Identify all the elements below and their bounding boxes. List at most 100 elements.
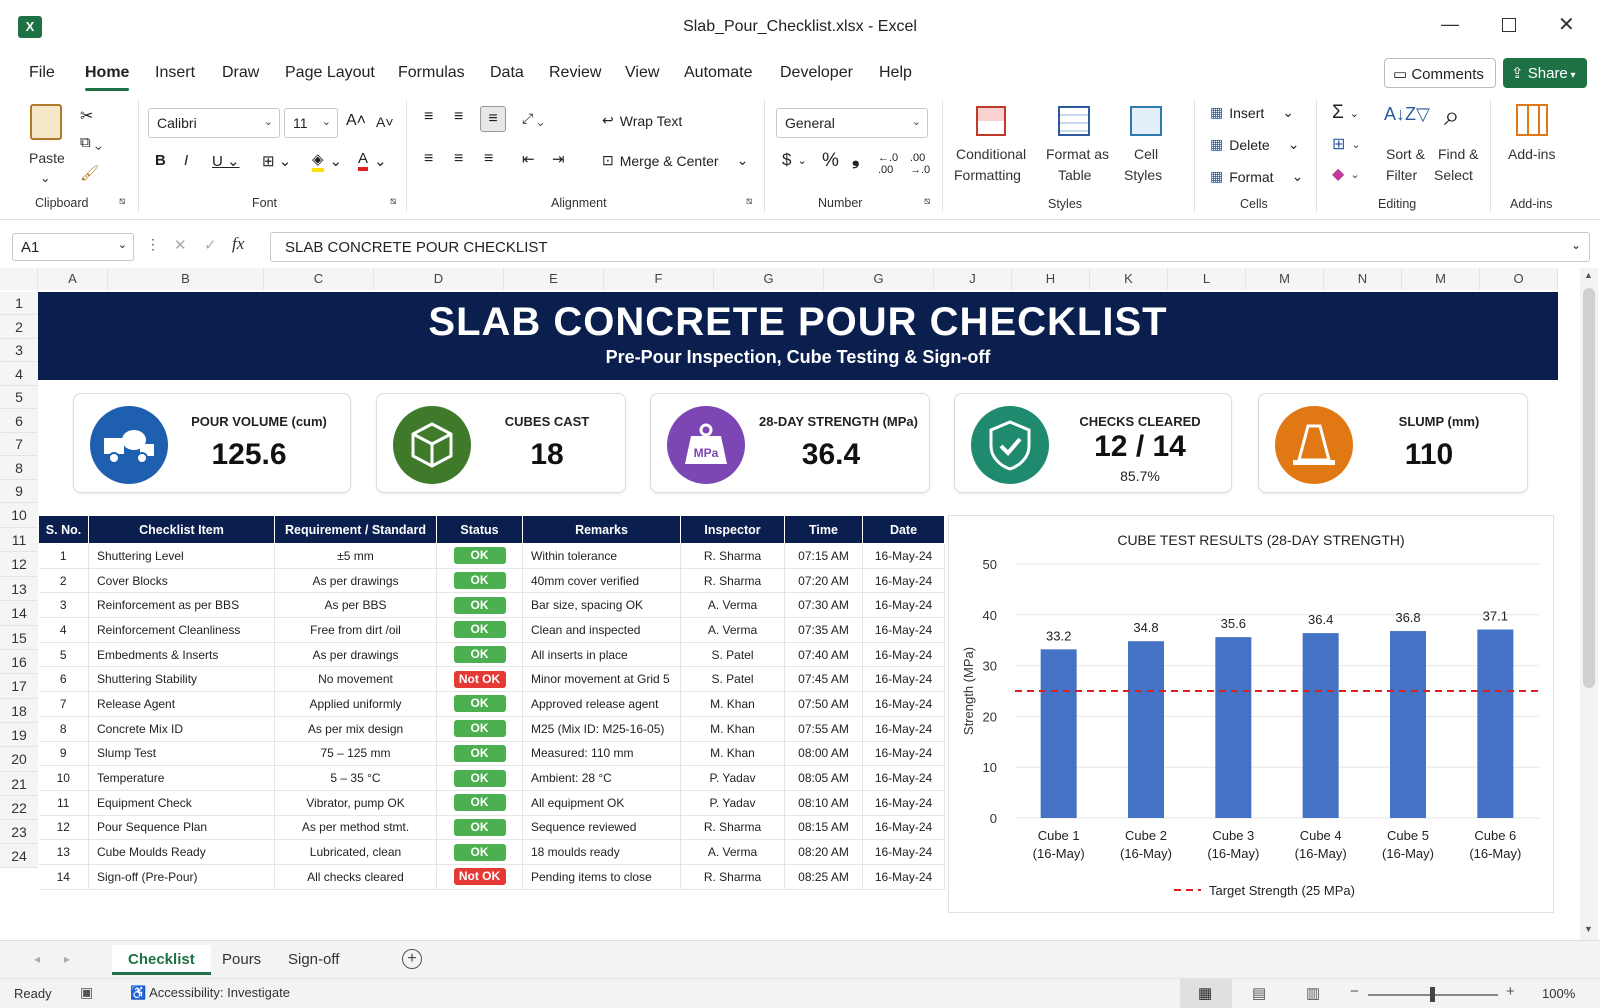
table-cell[interactable]: M. Khan [680,741,785,767]
table-row[interactable]: 1 Shuttering Level ±5 mm OK Within tolerance… [38,543,945,569]
row-header[interactable]: 7 [0,433,38,456]
row-header[interactable]: 3 [0,339,38,362]
table-cell[interactable]: Clean and inspected [522,617,681,643]
table-cell[interactable]: No movement [274,666,437,693]
select-all[interactable] [0,268,38,290]
format-as-table-label[interactable]: Format as [1046,146,1109,162]
table-cell[interactable]: Pour Sequence Plan [88,815,275,841]
table-cell[interactable]: M. Khan [680,716,785,742]
table-cell[interactable]: 08:25 AM [784,864,863,890]
table-cell[interactable]: 7 [38,691,89,717]
find-select-icon[interactable]: ⌕ [1444,100,1460,133]
table-cell[interactable]: M. Khan [680,691,785,717]
tab-review[interactable]: Review [549,64,601,82]
cell-styles-label[interactable]: Cell [1134,146,1158,162]
normal-view-button[interactable]: ▦ [1180,979,1232,1008]
table-cell[interactable]: S. Patel [680,666,785,693]
table-cell[interactable]: P. Yadav [680,765,785,791]
increase-decimal-icon[interactable]: ←.0.00 [878,152,898,176]
table-cell[interactable]: Not OK [436,864,523,890]
table-cell[interactable]: 6 [38,666,89,693]
insert-function-icon[interactable]: fx [232,234,244,254]
table-cell[interactable]: 16-May-24 [862,617,945,643]
name-box[interactable]: A1 ⌄ [12,233,134,261]
table-cell[interactable]: M25 (Mix ID: M25-16-05) [522,716,681,742]
copy-icon[interactable]: ⧉ ⌄ [80,134,102,151]
table-cell[interactable]: 13 [38,839,89,865]
zoom-in-icon[interactable]: + [1506,983,1515,1000]
align-middle-icon[interactable]: ≡ [454,108,463,126]
column-header[interactable]: M [1246,268,1324,290]
table-cell[interactable]: R. Sharma [680,543,785,569]
align-bottom-icon[interactable]: ≡ [480,106,506,132]
scroll-up-icon[interactable]: ▲ [1584,270,1593,280]
add-ins-icon[interactable] [1516,104,1548,136]
table-cell[interactable]: Lubricated, clean [274,839,437,865]
shrink-font-icon[interactable]: A˅ [376,114,394,130]
table-cell[interactable]: OK [436,839,523,865]
borders-icon[interactable]: ⊞ ⌄ [262,152,291,170]
orientation-icon[interactable]: ⤢ ⌄ [522,110,544,127]
table-cell[interactable]: Shuttering Stability [88,666,275,693]
table-cell[interactable]: Shuttering Level [88,543,275,569]
table-cell[interactable]: Measured: 110 mm [522,741,681,767]
table-cell[interactable]: Applied uniformly [274,691,437,717]
table-cell[interactable]: 2 [38,568,89,594]
column-header[interactable]: E [504,268,604,290]
table-row[interactable]: 14 Sign-off (Pre-Pour) All checks cleared N… [38,864,945,890]
align-right-icon[interactable]: ≡ [484,150,493,168]
table-cell[interactable]: Slump Test [88,741,275,767]
comments-button[interactable]: ▭ Comments [1384,58,1496,88]
format-painter-icon[interactable]: 🖌 [80,164,99,182]
table-cell[interactable]: 4 [38,617,89,643]
minimize-button[interactable]: — [1441,14,1459,35]
dialog-launcher-icon[interactable]: ⧅ [746,196,752,207]
table-cell[interactable]: S. Patel [680,642,785,668]
wrap-text-button[interactable]: ↩ Wrap Text [602,112,682,129]
font-size-combo[interactable]: 11 ⌄ [284,108,338,138]
table-cell[interactable]: 16-May-24 [862,568,945,594]
table-cell[interactable]: 08:00 AM [784,741,863,767]
row-header[interactable]: 5 [0,386,38,409]
table-cell[interactable]: 07:55 AM [784,716,863,742]
row-header[interactable]: 19 [0,723,38,747]
table-cell[interactable]: All inserts in place [522,642,681,668]
table-cell[interactable]: 18 moulds ready [522,839,681,865]
row-header[interactable]: 24 [0,844,38,868]
cube-test-chart[interactable]: CUBE TEST RESULTS (28-DAY STRENGTH) 0 10 20… [948,515,1554,913]
row-header[interactable]: 6 [0,409,38,433]
table-cell[interactable]: 10 [38,765,89,791]
table-cell[interactable]: 75 – 125 mm [274,741,437,767]
conditional-formatting-icon[interactable] [976,106,1006,136]
maximize-button[interactable] [1502,18,1516,32]
share-button[interactable]: ⇪ Share ▾ [1503,58,1587,88]
tab-data[interactable]: Data [490,64,524,82]
dialog-launcher-icon[interactable]: ⧅ [390,196,396,207]
font-color-icon[interactable]: A ⌄ [358,150,387,171]
table-cell[interactable]: Vibrator, pump OK [274,790,437,816]
format-as-table-label-2[interactable]: Table [1058,167,1091,183]
align-center-icon[interactable]: ≡ [454,150,463,168]
scrollbar-thumb[interactable] [1583,288,1595,688]
table-row[interactable]: 12 Pour Sequence Plan As per method stmt. O… [38,815,945,841]
table-cell[interactable]: 16-May-24 [862,543,945,569]
cancel-icon[interactable]: ✕ [174,236,187,254]
row-header[interactable]: 1 [0,292,38,315]
table-cell[interactable]: Equipment Check [88,790,275,816]
table-cell[interactable]: As per method stmt. [274,815,437,841]
table-row[interactable]: 13 Cube Moulds Ready Lubricated, clean OK 18… [38,839,945,865]
row-header[interactable]: 18 [0,699,38,723]
table-cell[interactable]: OK [436,543,523,569]
table-row[interactable]: 10 Temperature 5 – 35 °C OK Ambient: 28 °C P.… [38,765,945,791]
table-cell[interactable]: Not OK [436,666,523,693]
zoom-slider-handle[interactable] [1430,987,1435,1002]
column-header[interactable]: H [1012,268,1090,290]
decrease-indent-icon[interactable]: ⇤ [522,150,535,168]
table-cell[interactable]: 07:50 AM [784,691,863,717]
table-row[interactable]: 2 Cover Blocks As per drawings OK 40mm cover… [38,568,945,594]
tab-view[interactable]: View [625,64,659,82]
table-cell[interactable]: A. Verma [680,592,785,619]
row-header[interactable]: 10 [0,503,38,528]
table-cell[interactable]: R. Sharma [680,864,785,890]
table-cell[interactable]: OK [436,642,523,668]
